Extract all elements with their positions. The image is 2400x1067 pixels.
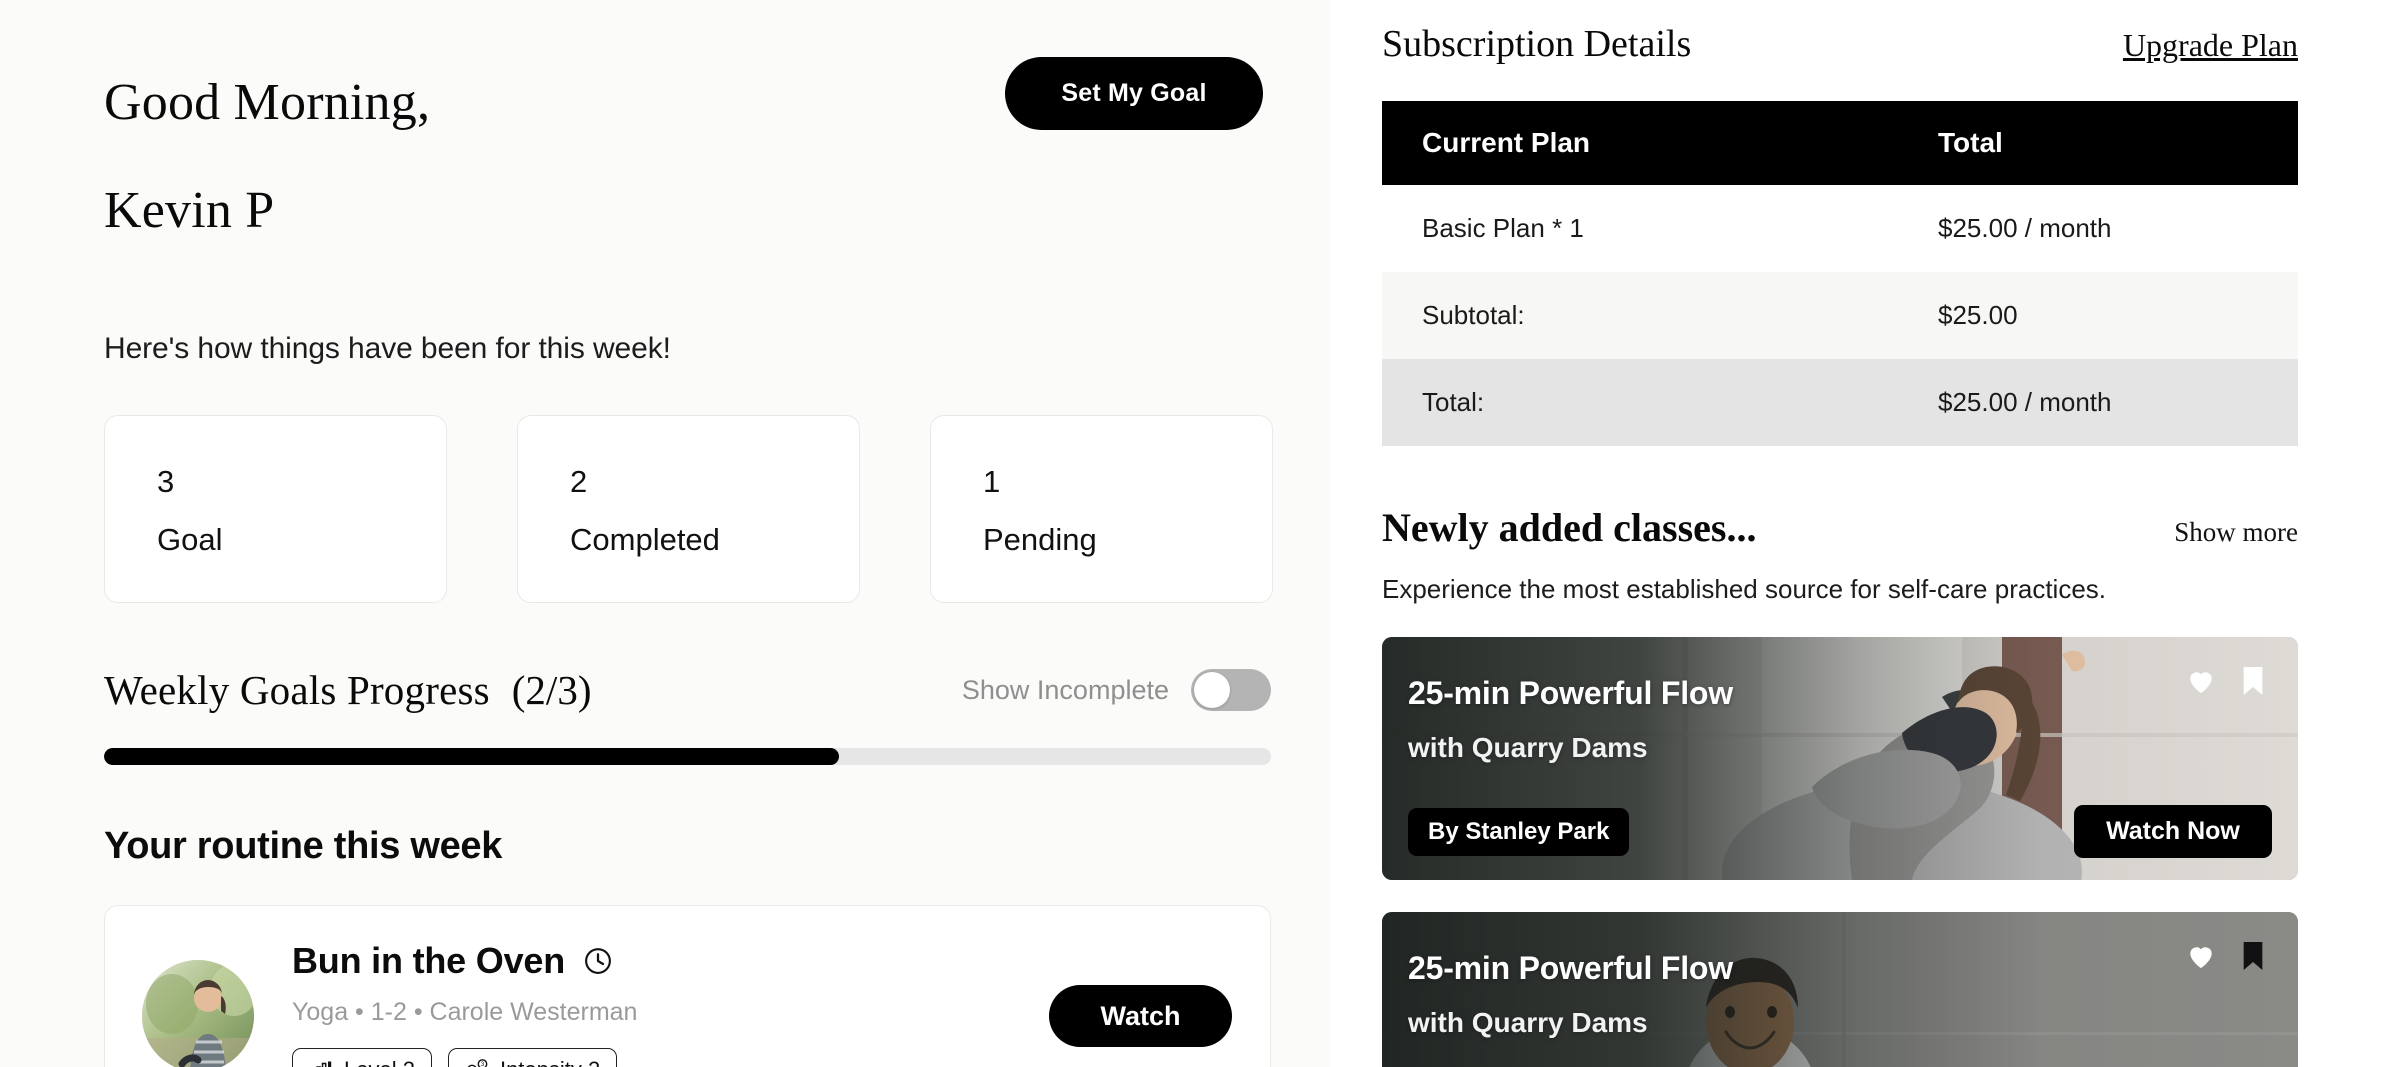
show-incomplete-label: Show Incomplete — [961, 674, 1169, 705]
subtotal-amount-cell: $25.00 — [1938, 300, 2018, 330]
subscription-table-body: Basic Plan * 1 $25.00 / month Subtotal: … — [1382, 185, 2298, 446]
column-header-current-plan: Current Plan — [1382, 101, 1938, 185]
intensity-badge[interactable]: 3 1 2 Intensity 2 — [447, 1048, 618, 1067]
plan-name-cell: Basic Plan * 1 — [1422, 213, 1584, 243]
greeting-block: Good Morning, Kevin P — [104, 0, 1330, 292]
weekly-progress-title: Weekly Goals Progress — [104, 667, 490, 714]
stat-label: Completed — [570, 522, 720, 558]
show-incomplete-toggle[interactable] — [1191, 669, 1271, 712]
table-row: Subtotal: $25.00 — [1382, 272, 2298, 359]
weekly-progress-bar — [104, 748, 1271, 766]
upgrade-plan-link[interactable]: Upgrade Plan — [2123, 27, 2298, 64]
class-title: 25-min Powerful Flow — [1408, 675, 1733, 711]
stat-value: 1 — [983, 464, 1001, 500]
classes-subtitle: Experience the most established source f… — [1382, 574, 2107, 604]
dashboard-page: Good Morning, Kevin P Here's how things … — [0, 0, 2400, 1067]
class-card-icons — [2184, 665, 2266, 697]
set-my-goal-button[interactable]: Set My Goal — [1005, 57, 1263, 130]
class-text-block: 25-min Powerful Flow with Quarry Dams — [1408, 675, 1733, 764]
routine-heading: Your routine this week — [104, 825, 503, 868]
watch-now-button[interactable]: Watch Now — [2074, 805, 2272, 858]
class-text-block: 25-min Powerful Flow with Quarry Dams — [1408, 950, 1733, 1039]
avatar — [142, 960, 254, 1067]
stats-row: 3 Goal 2 Completed 1 Pending — [104, 415, 1330, 604]
routine-badges: Level 2 3 1 2 Intensity 2 — [292, 1048, 1049, 1067]
avatar-photo — [142, 960, 254, 1067]
svg-text:3: 3 — [481, 1062, 485, 1067]
stat-label: Pending — [983, 522, 1097, 558]
heart-icon[interactable] — [2184, 665, 2218, 697]
intensity-icon: 3 1 2 — [467, 1059, 488, 1067]
stat-card-completed[interactable]: 2 Completed — [517, 415, 860, 604]
greeting-line-2: Kevin P — [104, 182, 275, 240]
weekly-progress-header: Weekly Goals Progress (2/3) Show Incompl… — [104, 666, 1271, 714]
right-panel: Subscription Details Upgrade Plan Curren… — [1330, 0, 2400, 1067]
level-badge[interactable]: Level 2 — [292, 1048, 432, 1067]
watch-button[interactable]: Watch — [1049, 985, 1232, 1048]
stat-value: 2 — [570, 464, 588, 500]
bookmark-icon[interactable] — [2240, 665, 2266, 697]
weekly-progress-fill — [104, 748, 840, 766]
subscription-header: Subscription Details Upgrade Plan — [1382, 22, 2298, 66]
subscription-title: Subscription Details — [1382, 23, 1692, 65]
class-instructor: with Quarry Dams — [1408, 732, 1648, 763]
week-subtitle: Here's how things have been for this wee… — [104, 332, 671, 366]
table-row: Basic Plan * 1 $25.00 / month — [1382, 185, 2298, 272]
bookmark-icon[interactable] — [2240, 940, 2266, 972]
routine-name-row: Bun in the Oven — [292, 940, 1049, 982]
stat-card-pending[interactable]: 1 Pending — [930, 415, 1273, 604]
toggle-knob — [1194, 672, 1230, 709]
level-badge-label: Level 2 — [344, 1057, 415, 1067]
subscription-table: Current Plan Total Basic Plan * 1 $25.00… — [1382, 101, 2298, 446]
total-amount-cell: $25.00 / month — [1938, 387, 2112, 417]
show-incomplete-control: Show Incomplete — [961, 669, 1271, 712]
class-card-1[interactable]: 25-min Powerful Flow with Quarry Dams By… — [1382, 637, 2298, 880]
routine-name: Bun in the Oven — [292, 940, 566, 982]
heart-icon[interactable] — [2184, 940, 2218, 972]
plan-amount-cell: $25.00 / month — [1938, 213, 2112, 243]
stat-card-goal[interactable]: 3 Goal — [104, 415, 447, 604]
class-author-chip[interactable]: By Stanley Park — [1408, 808, 1630, 856]
clock-icon — [585, 948, 611, 975]
weekly-progress-count: (2/3) — [511, 667, 592, 714]
classes-title: Newly added classes... — [1382, 505, 1757, 550]
routine-info: Bun in the Oven Yoga • 1-2 • Carole West… — [292, 940, 1049, 1067]
stat-value: 3 — [157, 464, 175, 500]
left-panel: Good Morning, Kevin P Here's how things … — [0, 0, 1330, 1067]
table-header-row: Current Plan Total — [1382, 101, 2298, 185]
class-card-icons — [2184, 940, 2266, 972]
total-label-cell: Total: — [1422, 387, 1485, 417]
subscription-table-head: Current Plan Total — [1382, 101, 2298, 185]
class-instructor: with Quarry Dams — [1408, 1007, 1648, 1038]
table-row: Total: $25.00 / month — [1382, 359, 2298, 446]
routine-meta: Yoga • 1-2 • Carole Westerman — [292, 998, 638, 1027]
classes-header: Newly added classes... Show more — [1382, 504, 2298, 551]
subtotal-label-cell: Subtotal: — [1422, 300, 1525, 330]
intensity-badge-label: Intensity 2 — [500, 1057, 600, 1067]
routine-card[interactable]: Bun in the Oven Yoga • 1-2 • Carole West… — [104, 905, 1271, 1067]
show-more-link[interactable]: Show more — [2174, 517, 2298, 548]
column-header-total: Total — [1938, 101, 2298, 185]
stat-label: Goal — [157, 522, 223, 558]
class-card-2[interactable]: 25-min Powerful Flow with Quarry Dams — [1382, 912, 2298, 1067]
class-title: 25-min Powerful Flow — [1408, 950, 1733, 986]
level-icon — [316, 1061, 332, 1067]
